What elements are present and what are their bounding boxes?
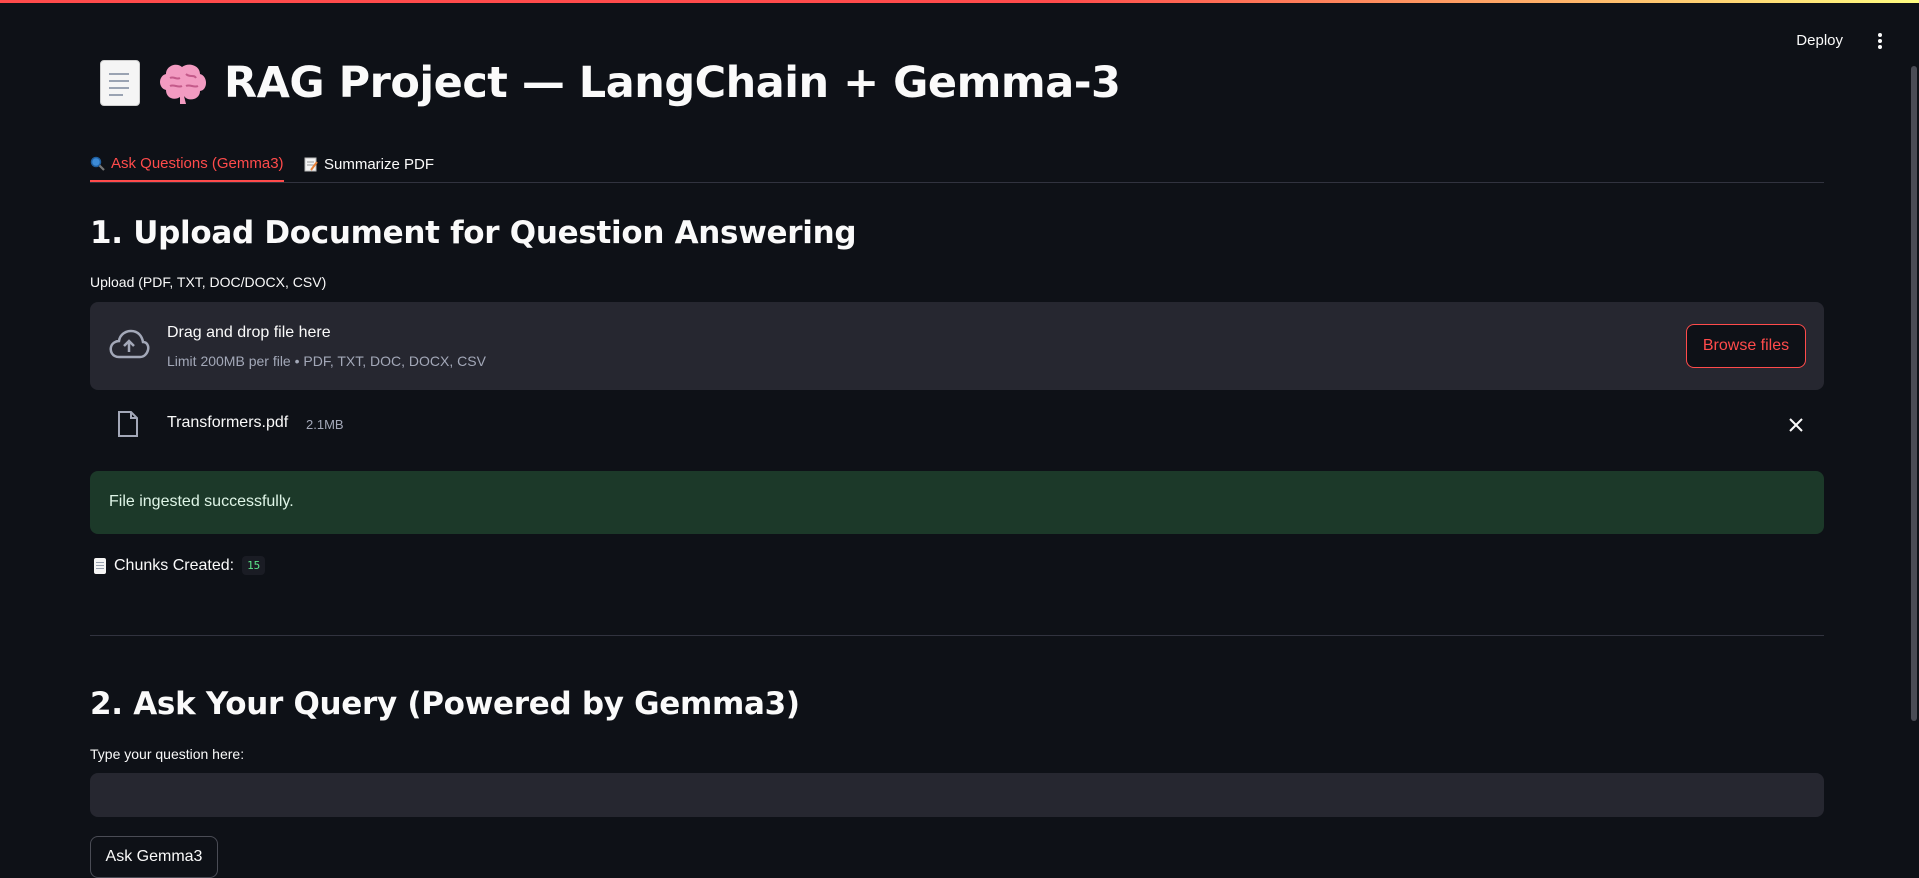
- chunks-created-row: Chunks Created: 15: [94, 556, 266, 575]
- tab-ask-questions[interactable]: Ask Questions (Gemma3): [90, 146, 284, 182]
- magnifying-glass-icon: [90, 156, 105, 171]
- file-dropzone[interactable]: Drag and drop file here Limit 200MB per …: [90, 302, 1824, 390]
- cloud-upload-icon: [109, 329, 150, 359]
- question-input[interactable]: [90, 773, 1824, 817]
- page-title: RAG Project — LangChain + Gemma-3: [224, 58, 1121, 108]
- uploaded-file-row: Transformers.pdf 2.1MB: [90, 400, 1824, 450]
- app-header-actions: Deploy: [1790, 28, 1889, 53]
- dropzone-main-text: Drag and drop file here: [167, 324, 331, 341]
- page-facing-up-icon: [100, 60, 140, 106]
- chunks-created-value: 15: [242, 556, 266, 575]
- memo-icon: [304, 157, 318, 171]
- section-divider: [90, 635, 1824, 636]
- question-label: Type your question here:: [90, 746, 245, 762]
- top-decoration-stripe: [0, 0, 1919, 3]
- brain-icon: [160, 64, 206, 104]
- ask-gemma3-button[interactable]: Ask Gemma3: [90, 836, 218, 878]
- browse-files-button[interactable]: Browse files: [1686, 324, 1806, 368]
- tab-summarize-pdf[interactable]: Summarize PDF: [304, 146, 434, 182]
- upload-section-heading: 1. Upload Document for Question Answerin…: [90, 215, 857, 251]
- tab-bar: Ask Questions (Gemma3) Summarize PDF: [90, 142, 1824, 183]
- page-facing-up-icon: [94, 557, 106, 574]
- page-scrollbar[interactable]: [1911, 66, 1917, 721]
- file-icon: [118, 411, 138, 437]
- page-title-row: RAG Project — LangChain + Gemma-3: [100, 58, 1121, 108]
- success-message: File ingested successfully.: [109, 493, 294, 510]
- tab-ask-questions-label: Ask Questions (Gemma3): [111, 154, 284, 172]
- uploaded-file-size: 2.1MB: [306, 417, 344, 432]
- uploaded-file-name: Transformers.pdf: [167, 414, 289, 431]
- kebab-menu-icon[interactable]: [1871, 29, 1889, 53]
- query-section-heading: 2. Ask Your Query (Powered by Gemma3): [90, 686, 800, 722]
- deploy-button[interactable]: Deploy: [1790, 28, 1849, 53]
- chunks-created-label: Chunks Created:: [114, 556, 235, 574]
- close-icon[interactable]: [1786, 415, 1806, 435]
- tab-summarize-pdf-label: Summarize PDF: [324, 155, 435, 173]
- success-alert: File ingested successfully.: [90, 471, 1824, 534]
- upload-label: Upload (PDF, TXT, DOC/DOCX, CSV): [90, 274, 327, 290]
- dropzone-limit-text: Limit 200MB per file • PDF, TXT, DOC, DO…: [167, 353, 486, 369]
